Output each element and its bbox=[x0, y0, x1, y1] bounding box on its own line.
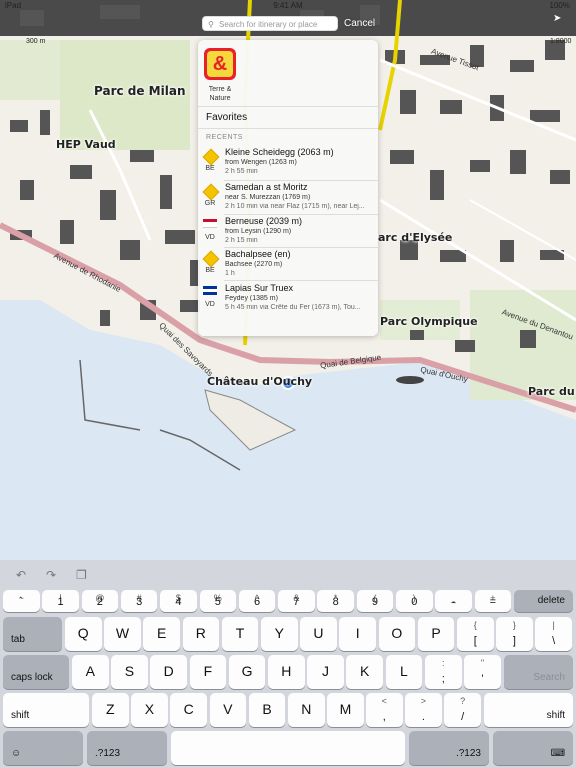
route-badge-icon bbox=[203, 286, 217, 297]
key-h[interactable]: H bbox=[268, 655, 305, 689]
key-k[interactable]: K bbox=[346, 655, 383, 689]
search-placeholder: Search for itinerary or place bbox=[219, 20, 318, 29]
key-=[interactable]: + = bbox=[474, 590, 512, 612]
recents-header: RECENTS bbox=[206, 134, 243, 141]
key-p[interactable]: P bbox=[417, 617, 455, 651]
key-3[interactable]: #3 bbox=[120, 590, 158, 612]
caps-lock-key[interactable]: caps lock bbox=[3, 655, 69, 689]
tab-key[interactable]: tab bbox=[3, 617, 62, 651]
route-badge-icon bbox=[202, 250, 220, 268]
battery-label: 100% bbox=[549, 1, 570, 10]
key-sym-0[interactable]: <, bbox=[366, 693, 403, 727]
search-key[interactable]: Search bbox=[504, 655, 573, 689]
undo-icon[interactable]: ↶ bbox=[16, 568, 26, 582]
recent-item[interactable]: BE Kleine Scheidegg (2063 m) from Wengen… bbox=[198, 146, 378, 178]
key-c[interactable]: C bbox=[170, 693, 207, 727]
key-g[interactable]: G bbox=[228, 655, 266, 689]
key-u[interactable]: U bbox=[300, 617, 337, 651]
key-bracket-2[interactable]: | \ bbox=[535, 617, 572, 651]
key-a[interactable]: A bbox=[72, 655, 109, 689]
key-t[interactable]: T bbox=[221, 617, 259, 651]
key-b[interactable]: B bbox=[248, 693, 286, 727]
place-label: Parc de Milan bbox=[94, 84, 186, 98]
place-label: Parc Olympique bbox=[380, 315, 478, 328]
recent-item[interactable]: GR Samedan a st Moritz near S. Murezzan … bbox=[198, 181, 378, 213]
key-m[interactable]: M bbox=[327, 693, 364, 727]
numbers-key-left[interactable]: .?123 bbox=[87, 731, 167, 765]
key-`[interactable]: ~ ` bbox=[3, 590, 40, 612]
key-q[interactable]: Q bbox=[65, 617, 102, 651]
key-d[interactable]: D bbox=[150, 655, 187, 689]
key--[interactable]: _ - bbox=[435, 590, 472, 612]
key-v[interactable]: V bbox=[209, 693, 247, 727]
key-sym-2[interactable]: ? / bbox=[444, 693, 481, 727]
recent-item[interactable]: BE Bachalpsee (en) Bachsee (2270 m) 1 h bbox=[198, 248, 378, 280]
key-i[interactable]: I bbox=[339, 617, 376, 651]
place-label: arc d'Elysée bbox=[378, 231, 453, 244]
place-label: HEP Vaud bbox=[56, 138, 116, 151]
key-7[interactable]: & 7 bbox=[278, 590, 315, 612]
shift-right-key[interactable]: shift bbox=[484, 693, 573, 727]
key-n[interactable]: N bbox=[288, 693, 325, 727]
key-5[interactable]: % 5 bbox=[199, 590, 236, 612]
recent-item[interactable]: VD Lapias Sur Truex Feydey (1385 m) 5 h … bbox=[198, 282, 378, 314]
space-key[interactable] bbox=[171, 731, 405, 765]
key-8[interactable]: * 8 bbox=[317, 590, 354, 612]
search-input[interactable]: ⚲ Search for itinerary or place bbox=[202, 16, 338, 31]
keyboard: ↶ ↷ ❐ ~ `! 1 @2 #3 $4% 5 ^ 6 & 7 * 8(9) 0 _ - + = delete ta… bbox=[0, 560, 576, 768]
numbers-key-right[interactable]: .?123 bbox=[409, 731, 489, 765]
key-z[interactable]: Z bbox=[92, 693, 129, 727]
place-label: Château d'Ouchy bbox=[207, 375, 313, 388]
status-bar: iPad 9:41 AM 100% bbox=[0, 0, 576, 12]
key-r[interactable]: R bbox=[182, 617, 220, 651]
key-6[interactable]: ^ 6 bbox=[238, 590, 276, 612]
cancel-button[interactable]: Cancel bbox=[344, 18, 375, 29]
scale-label: 300 m bbox=[26, 38, 46, 45]
key-punct-0[interactable]: :; bbox=[425, 655, 462, 689]
scale-ratio: 1:8000 bbox=[550, 38, 572, 45]
key-w[interactable]: W bbox=[104, 617, 141, 651]
key-1[interactable]: ! 1 bbox=[42, 590, 79, 612]
key-punct-1[interactable]: " ' bbox=[464, 655, 501, 689]
search-suggestions-panel: & Terre & Nature Favorites RECENTS BE Kl… bbox=[198, 40, 378, 336]
recent-item[interactable]: VD Berneuse (2039 m) from Leysin (1290 m… bbox=[198, 215, 378, 247]
emoji-key[interactable]: ☺ bbox=[3, 731, 83, 765]
delete-key[interactable]: delete bbox=[514, 590, 573, 612]
search-icon: ⚲ bbox=[208, 20, 214, 29]
route-badge-icon bbox=[203, 219, 217, 230]
key-9[interactable]: (9 bbox=[356, 590, 394, 612]
app-logo-icon[interactable]: & bbox=[204, 48, 236, 80]
route-badge-icon bbox=[202, 183, 220, 201]
key-4[interactable]: $4 bbox=[160, 590, 197, 612]
keyboard-toolbar: ↶ ↷ ❐ bbox=[0, 560, 576, 588]
key-j[interactable]: J bbox=[307, 655, 344, 689]
key-bracket-0[interactable]: {[ bbox=[457, 617, 494, 651]
key-f[interactable]: F bbox=[189, 655, 227, 689]
key-sym-1[interactable]: >. bbox=[405, 693, 442, 727]
key-y[interactable]: Y bbox=[261, 617, 298, 651]
shift-left-key[interactable]: shift bbox=[3, 693, 89, 727]
key-bracket-1[interactable]: }] bbox=[496, 617, 533, 651]
key-s[interactable]: S bbox=[111, 655, 148, 689]
clock: 9:41 AM bbox=[273, 1, 303, 10]
redo-icon[interactable]: ↷ bbox=[46, 568, 56, 582]
key-0[interactable]: ) 0 bbox=[396, 590, 433, 612]
route-badge-icon bbox=[202, 148, 220, 166]
hide-keyboard-key[interactable]: ⌨ bbox=[493, 731, 573, 765]
key-x[interactable]: X bbox=[131, 693, 168, 727]
key-2[interactable]: @2 bbox=[81, 590, 119, 612]
key-e[interactable]: E bbox=[143, 617, 180, 651]
favorites-item[interactable]: Favorites bbox=[206, 112, 247, 123]
location-arrow-icon[interactable]: ➤ bbox=[553, 13, 561, 24]
place-label: Parc du D bbox=[528, 385, 576, 398]
key-o[interactable]: O bbox=[378, 617, 416, 651]
app-name: Terre & Nature bbox=[208, 86, 232, 102]
key-l[interactable]: L bbox=[385, 655, 423, 689]
paste-icon[interactable]: ❐ bbox=[76, 568, 87, 582]
